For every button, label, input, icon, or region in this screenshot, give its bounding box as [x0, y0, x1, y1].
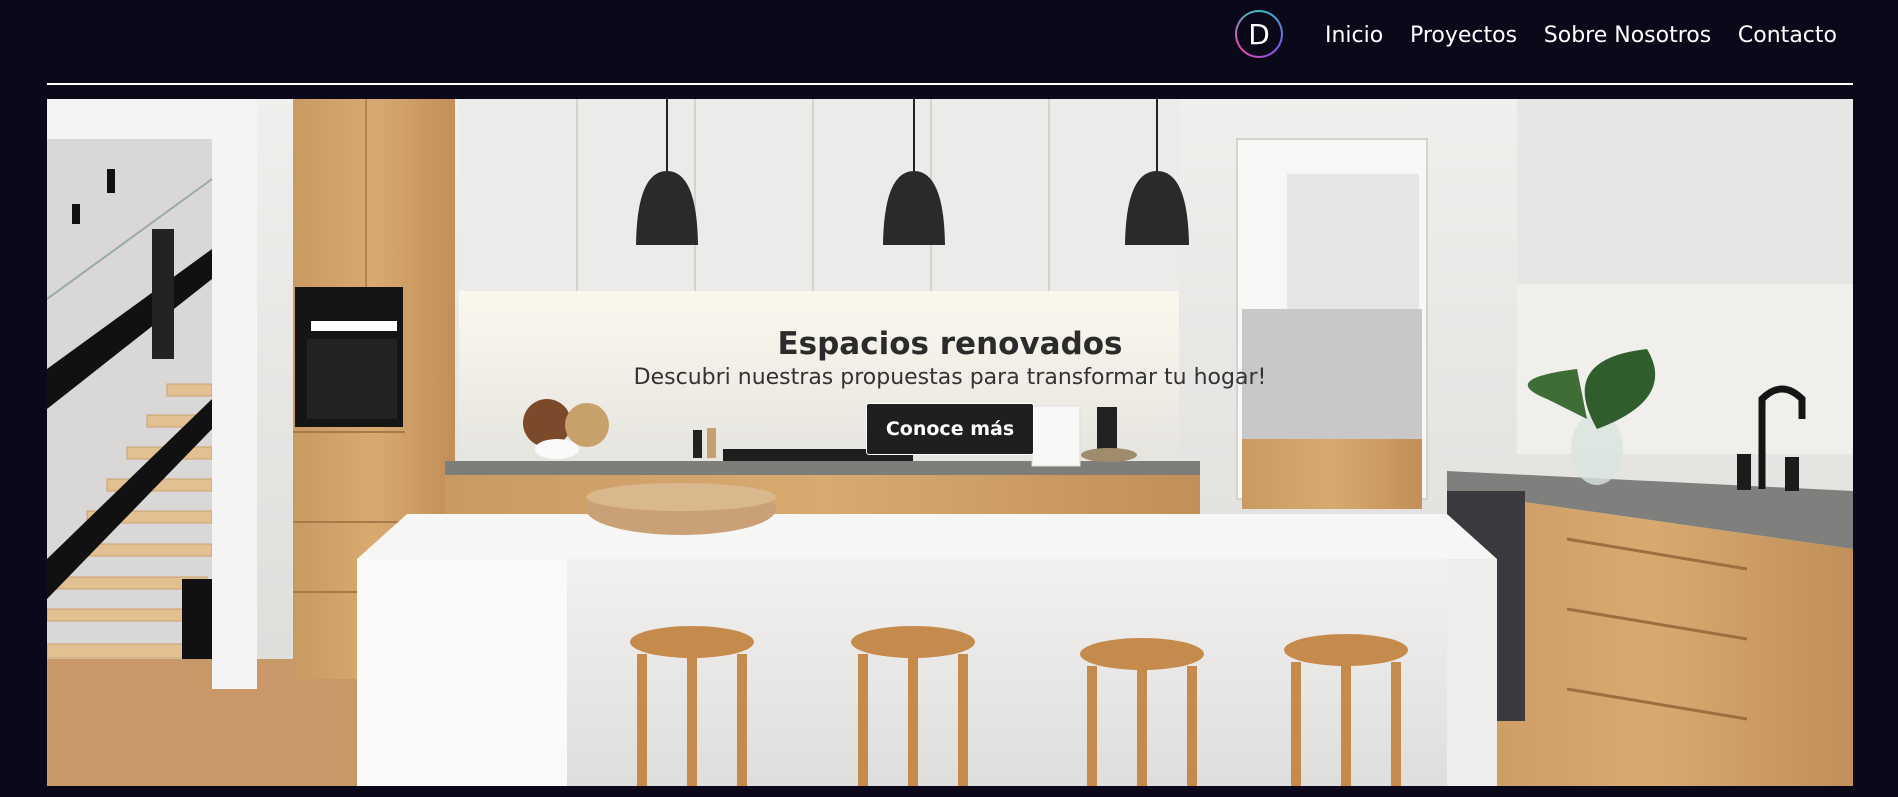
nav-link-contacto[interactable]: Contacto — [1738, 23, 1837, 48]
nav-link-inicio[interactable]: Inicio — [1325, 23, 1383, 48]
hero-content: Espacios renovados Descubri nuestras pro… — [47, 325, 1853, 455]
nav-link-sobre-nosotros[interactable]: Sobre Nosotros — [1544, 23, 1711, 48]
logo[interactable]: D — [1235, 10, 1283, 58]
hero-banner: Espacios renovados Descubri nuestras pro… — [47, 99, 1853, 786]
main-nav: Inicio Proyectos Sobre Nosotros Contacto — [1325, 20, 1837, 50]
hero-title: Espacios renovados — [777, 326, 1123, 362]
logo-letter: D — [1237, 12, 1281, 56]
site-header: D Inicio Proyectos Sobre Nosotros Contac… — [0, 0, 1898, 84]
conoce-mas-button[interactable]: Conoce más — [866, 403, 1034, 455]
hero-subtitle: Descubri nuestras propuestas para transf… — [633, 365, 1267, 390]
header-divider — [47, 83, 1853, 85]
nav-link-proyectos[interactable]: Proyectos — [1410, 23, 1517, 48]
